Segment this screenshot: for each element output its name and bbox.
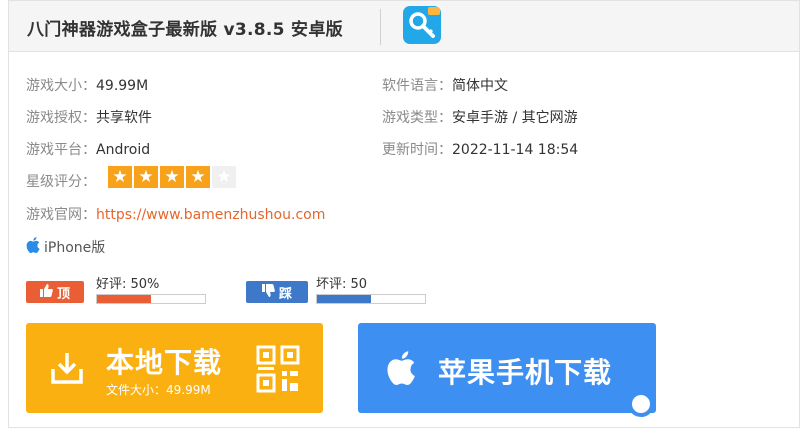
apple-download-button[interactable]: 苹果手机下载 [358, 323, 656, 417]
info-license: 游戏授权：共享软件 [26, 107, 152, 127]
star-rating: ★ ★ ★ ★ ★ [108, 166, 236, 188]
star-empty-icon: ★ [212, 166, 236, 188]
star-filled-icon: ★ [108, 166, 132, 188]
downvote-label: 踩 [278, 286, 292, 302]
website-link[interactable]: https://www.bamenzhushou.com [96, 207, 325, 223]
app-badge-icon [428, 7, 440, 15]
apple-download-label: 苹果手机下载 [438, 356, 613, 389]
app-logo-icon[interactable] [403, 6, 441, 44]
update-label: 更新时间： [382, 142, 452, 158]
size-label: 游戏大小： [26, 78, 96, 94]
local-download-label: 本地下载 [106, 346, 223, 379]
star-filled-icon: ★ [134, 166, 158, 188]
star-filled-icon: ★ [160, 166, 184, 188]
upvote-bar [96, 294, 206, 304]
corner-badge-icon [628, 391, 654, 417]
info-size: 游戏大小：49.99M [26, 75, 148, 95]
language-value: 简体中文 [452, 78, 508, 94]
page-title: 八门神器游戏盒子最新版 v3.8.5 安卓版 [27, 20, 343, 40]
apple-icon [386, 351, 416, 389]
upvote-text: 好评: 50% [96, 277, 160, 292]
iphone-version-link[interactable]: iPhone版 [26, 237, 105, 257]
info-platform: 游戏平台：Android [26, 139, 150, 159]
local-download-button[interactable]: 本地下载 文件大小：49.99M [26, 323, 323, 413]
upvote-bar-fill [97, 295, 151, 303]
iphone-version-label: iPhone版 [44, 240, 106, 256]
website-label: 游戏官网： [26, 207, 96, 223]
downvote-bar-fill [317, 295, 371, 303]
title-divider [380, 9, 381, 45]
local-download-size: 文件大小：49.99M [106, 383, 211, 397]
type-label: 游戏类型： [382, 110, 452, 126]
license-value: 共享软件 [96, 110, 152, 126]
thumbs-down-icon [261, 283, 275, 301]
info-website: 游戏官网：https://www.bamenzhushou.com [26, 204, 325, 224]
rating-label: 星级评分： [26, 174, 96, 190]
downvote-button[interactable]: 踩 [246, 281, 308, 303]
platform-value: Android [96, 142, 151, 158]
downvote-text: 坏评: 50 [316, 277, 368, 292]
info-rating: 星级评分： [26, 171, 96, 191]
upvote-label: 顶 [56, 286, 70, 302]
apple-small-icon [26, 237, 40, 257]
qr-code-icon[interactable] [256, 345, 300, 397]
info-type: 游戏类型：安卓手游 / 其它网游 [382, 107, 578, 127]
license-label: 游戏授权： [26, 110, 96, 126]
language-label: 软件语言： [382, 78, 452, 94]
title-bar: 八门神器游戏盒子最新版 v3.8.5 安卓版 [8, 0, 800, 52]
info-update: 更新时间：2022-11-14 18:54 [382, 139, 578, 159]
upvote-button[interactable]: 顶 [26, 281, 84, 303]
platform-label: 游戏平台： [26, 142, 96, 158]
downvote-bar [316, 294, 426, 304]
download-tray-icon [50, 351, 84, 389]
star-filled-icon: ★ [186, 166, 210, 188]
size-value: 49.99M [96, 78, 149, 94]
type-value: 安卓手游 / 其它网游 [452, 110, 578, 126]
thumbs-up-icon [39, 283, 53, 301]
update-value: 2022-11-14 18:54 [452, 142, 579, 158]
info-language: 软件语言：简体中文 [382, 75, 508, 95]
